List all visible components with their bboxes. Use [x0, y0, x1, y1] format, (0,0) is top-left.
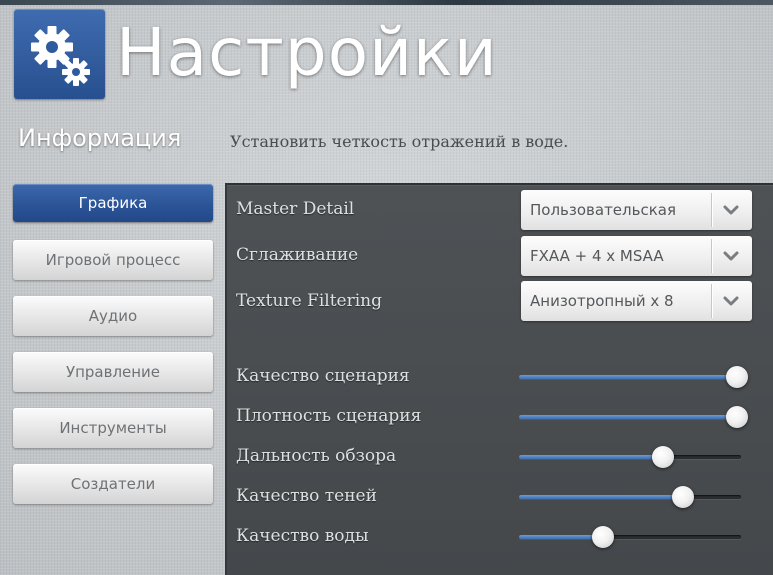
sidebar-item-audio[interactable]: Аудио: [13, 296, 213, 336]
shadow-quality-slider[interactable]: [519, 485, 741, 509]
sidebar-item-tools[interactable]: Инструменты: [13, 408, 213, 448]
slider-thumb[interactable]: [726, 406, 748, 428]
texture-filtering-label: Texture Filtering: [236, 291, 382, 311]
slider-fill: [519, 495, 683, 499]
top-strip: [0, 0, 773, 5]
shadow-quality-label: Качество теней: [236, 486, 377, 506]
chevron-down-icon: [723, 205, 739, 215]
settings-panel: Master Detail Пользовательская Сглаживан…: [225, 183, 773, 575]
slider-fill: [519, 535, 603, 539]
slider-fill: [519, 415, 737, 419]
texture-filtering-dropdown[interactable]: Анизотропный х 8: [521, 281, 752, 321]
scenario-density-label: Плотность сценария: [236, 406, 422, 426]
master-detail-value: Пользовательская: [530, 201, 676, 219]
dropdown-divider: [711, 193, 712, 227]
view-distance-slider[interactable]: [519, 445, 741, 469]
sidebar-item-gameplay[interactable]: Игровой процесс: [13, 240, 213, 280]
dropdown-divider: [711, 284, 712, 318]
water-quality-slider[interactable]: [519, 525, 741, 549]
chevron-down-icon: [723, 251, 739, 261]
view-distance-label: Дальность обзора: [236, 446, 397, 466]
slider-thumb[interactable]: [652, 446, 674, 468]
scenario-density-slider[interactable]: [519, 405, 748, 429]
sidebar-item-graphics[interactable]: Графика: [13, 184, 213, 222]
setting-hint: Установить четкость отражений в воде.: [230, 132, 569, 151]
sidebar-item-credits[interactable]: Создатели: [13, 464, 213, 504]
slider-thumb[interactable]: [726, 366, 748, 388]
sidebar-title: Информация: [18, 124, 182, 152]
water-quality-label: Качество воды: [236, 526, 369, 546]
slider-thumb[interactable]: [592, 526, 614, 548]
dropdown-divider: [711, 239, 712, 273]
chevron-down-icon: [723, 296, 739, 306]
page-title: Настройки: [116, 14, 498, 91]
slider-fill: [519, 375, 737, 379]
texture-filtering-value: Анизотропный х 8: [530, 292, 674, 310]
antialiasing-value: FXAA + 4 x MSAA: [530, 247, 664, 265]
antialiasing-dropdown[interactable]: FXAA + 4 x MSAA: [521, 236, 752, 276]
master-detail-dropdown[interactable]: Пользовательская: [521, 190, 752, 230]
slider-thumb[interactable]: [672, 486, 694, 508]
master-detail-label: Master Detail: [236, 199, 355, 219]
scenario-quality-slider[interactable]: [519, 365, 748, 389]
sidebar-item-controls[interactable]: Управление: [13, 352, 213, 392]
slider-fill: [519, 455, 663, 459]
gears-icon: [14, 9, 105, 99]
scenario-quality-label: Качество сценария: [236, 366, 410, 386]
antialiasing-label: Сглаживание: [236, 245, 359, 265]
